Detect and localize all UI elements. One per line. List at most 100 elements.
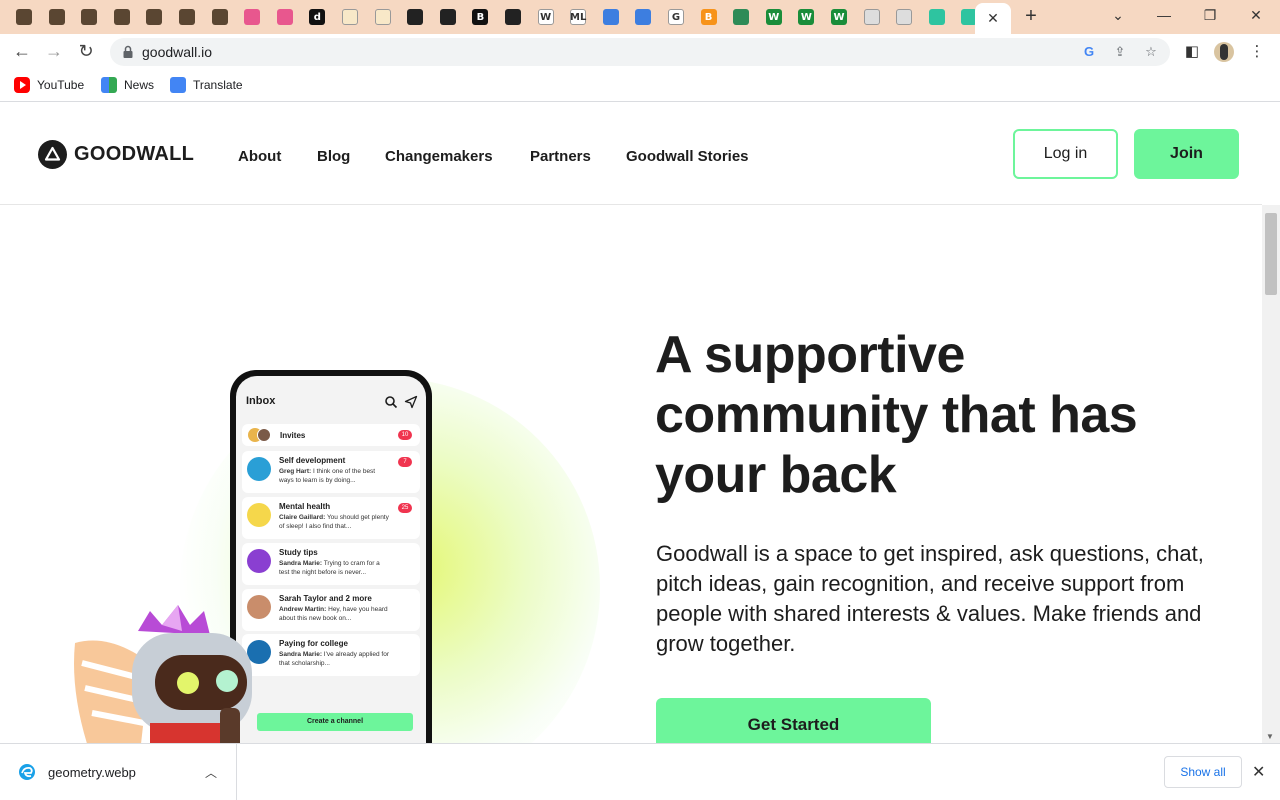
tab-favicon-icon: W [537, 9, 554, 25]
bookmark-translate[interactable]: Translate [170, 77, 243, 93]
address-bar[interactable]: goodwall.io G ⇪ ☆ [110, 38, 1170, 66]
chevron-up-icon[interactable]: ︿ [205, 764, 217, 781]
join-button[interactable]: Join [1134, 129, 1239, 179]
tab-favicon-icon [602, 9, 619, 25]
news-icon [101, 77, 117, 93]
browser-tab[interactable] [595, 5, 627, 29]
new-tab-button[interactable]: + [1020, 6, 1042, 28]
chat-preview: Claire Gaillard: You should get plenty o… [279, 513, 391, 531]
invites-row: Invites 10 [242, 424, 420, 446]
browser-tab[interactable] [41, 5, 73, 29]
tab-favicon-icon [276, 9, 293, 25]
chat-preview: Sandra Marie: I've already applied for t… [279, 650, 391, 668]
chat-badge: 7 [398, 457, 412, 467]
close-tab-icon[interactable]: ✕ [987, 10, 999, 27]
tab-favicon-icon: ML [570, 9, 586, 25]
share-icon[interactable]: ⇪ [1111, 43, 1129, 61]
chat-author: Claire Gaillard: [279, 514, 326, 521]
browser-tab[interactable] [171, 5, 203, 29]
browser-tab[interactable]: W [790, 5, 822, 29]
active-tab[interactable]: ✕ [975, 3, 1011, 34]
goodwall-logo[interactable]: GOODWALL [38, 140, 194, 169]
restore-button[interactable]: ❐ [1196, 4, 1224, 28]
tab-search-icon[interactable]: ⌄ [1104, 4, 1132, 28]
profile-avatar[interactable] [1214, 42, 1234, 62]
tab-favicon-icon [928, 9, 945, 25]
chat-title: Self development [279, 456, 346, 465]
bookmark-star-icon[interactable]: ☆ [1142, 43, 1160, 61]
nav-blog[interactable]: Blog [317, 148, 350, 165]
tab-favicon-icon [146, 9, 163, 25]
tab-favicon-icon [439, 9, 456, 25]
chat-author: Sandra Marie: [279, 560, 322, 567]
tab-strip: d B W ML G B W W W ✕ + ⌄ — ❐ ✕ [0, 0, 1280, 34]
show-all-button[interactable]: Show all [1164, 756, 1242, 788]
download-bar: geometry.webp ︿ Show all ✕ [0, 743, 1280, 800]
browser-tab[interactable]: B [464, 5, 496, 29]
scroll-down-arrow-icon[interactable]: ▼ [1266, 732, 1274, 741]
tab-favicon-icon: G [668, 9, 684, 25]
chat-title: Sarah Taylor and 2 more [279, 594, 372, 603]
download-item[interactable]: geometry.webp ︿ [0, 744, 237, 800]
google-lens-icon[interactable]: G [1080, 43, 1098, 61]
browser-tab[interactable] [73, 5, 105, 29]
chat-author: Greg Hart: [279, 468, 312, 475]
robot-mascot [74, 605, 252, 743]
tab-favicon-icon: W [798, 9, 815, 25]
browser-tab[interactable] [334, 5, 366, 29]
browser-tab[interactable] [138, 5, 170, 29]
site-header: GOODWALL About Blog Changemakers Partner… [0, 103, 1262, 205]
back-button[interactable]: ← [10, 40, 34, 64]
bookmark-youtube[interactable]: YouTube [14, 77, 84, 93]
get-started-button[interactable]: Get Started [656, 698, 931, 743]
browser-tab[interactable]: d [301, 5, 333, 29]
browser-tab[interactable] [269, 5, 301, 29]
browser-tab[interactable]: G [660, 5, 692, 29]
login-button[interactable]: Log in [1013, 129, 1118, 179]
tab-favicon-icon [505, 9, 521, 25]
tab-favicon-icon: W [831, 9, 847, 25]
browser-tab[interactable] [236, 5, 268, 29]
page-scrollbar[interactable]: ▼ [1262, 205, 1280, 743]
side-panel-icon[interactable]: ◧ [1182, 42, 1202, 62]
tab-favicon-icon [48, 9, 65, 25]
nav-about[interactable]: About [238, 148, 281, 165]
browser-tab[interactable] [921, 5, 953, 29]
chat-badge: 25 [398, 503, 412, 513]
goodwall-logo-icon [38, 140, 67, 169]
hero-description: Goodwall is a space to get inspired, ask… [656, 541, 1204, 656]
browser-tab[interactable] [432, 5, 464, 29]
reload-button[interactable]: ↻ [74, 40, 98, 64]
browser-tab[interactable]: B [693, 5, 725, 29]
browser-tab[interactable] [497, 5, 529, 29]
browser-tab[interactable] [106, 5, 138, 29]
nav-changemakers[interactable]: Changemakers [385, 148, 493, 165]
browser-tab[interactable] [367, 5, 399, 29]
close-window-button[interactable]: ✕ [1242, 4, 1270, 28]
browser-tab[interactable] [856, 5, 888, 29]
forward-button[interactable]: → [42, 40, 66, 64]
browser-tab[interactable]: ML [562, 5, 594, 29]
bookmark-label: Translate [193, 78, 243, 92]
browser-tab[interactable] [725, 5, 757, 29]
nav-partners[interactable]: Partners [530, 148, 591, 165]
browser-tab[interactable] [204, 5, 236, 29]
nav-goodwall-stories[interactable]: Goodwall Stories [626, 148, 749, 165]
close-download-bar-icon[interactable]: ✕ [1252, 762, 1265, 782]
minimize-button[interactable]: — [1150, 4, 1178, 28]
browser-tab[interactable] [888, 5, 920, 29]
chat-author: Andrew Martin: [279, 606, 327, 613]
chat-avatar [247, 503, 271, 527]
chat-row: Study tips Sandra Marie: Trying to cram f… [242, 543, 420, 585]
scrollbar-thumb[interactable] [1265, 213, 1277, 295]
browser-tab[interactable] [399, 5, 431, 29]
browser-tab[interactable]: W [758, 5, 790, 29]
inbox-title: Inbox [246, 395, 276, 407]
bookmark-news[interactable]: News [101, 77, 154, 93]
browser-tab[interactable]: W [823, 5, 855, 29]
tab-favicon-icon [863, 9, 880, 25]
browser-tab[interactable] [627, 5, 659, 29]
menu-kebab-icon[interactable]: ⋮ [1247, 42, 1267, 62]
browser-tab[interactable]: W [530, 5, 562, 29]
browser-tab[interactable] [8, 5, 40, 29]
